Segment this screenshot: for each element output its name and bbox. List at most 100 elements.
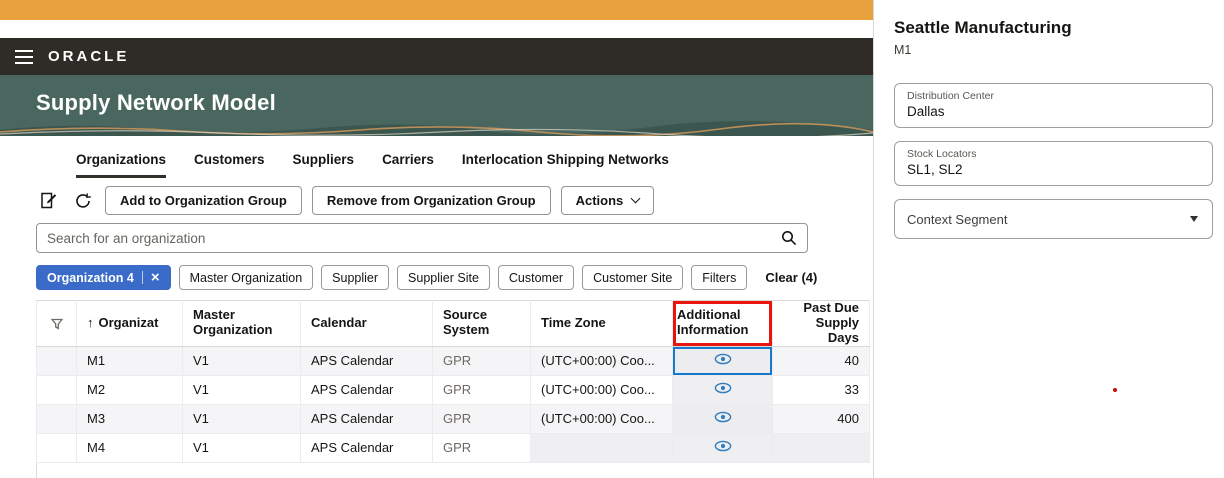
filter-chip-bar: Organization 4 × Master Organization Sup…	[36, 265, 873, 290]
organization-cell[interactable]: M4	[77, 433, 183, 462]
distribution-center-field[interactable]: Distribution Center Dallas	[894, 83, 1213, 128]
master-organization-cell[interactable]: V1	[183, 404, 301, 433]
stock-locators-field[interactable]: Stock Locators SL1, SL2	[894, 141, 1213, 186]
column-header-master-organization[interactable]: Master Organization	[183, 301, 301, 347]
additional-information-cell[interactable]	[673, 375, 773, 404]
organizations-table: ↑Organizat Master Organization Calendar …	[36, 300, 870, 463]
table-bottom-edge	[36, 463, 869, 478]
row-selector-cell[interactable]	[37, 433, 77, 462]
search-icon[interactable]	[781, 230, 797, 246]
source-system-cell: GPR	[433, 433, 531, 462]
annotation-dot	[1113, 388, 1117, 392]
filters-button[interactable]: Filters	[691, 265, 747, 290]
page-banner: Supply Network Model	[0, 75, 873, 136]
tab-carriers[interactable]: Carriers	[382, 152, 434, 178]
row-header-column[interactable]	[37, 301, 77, 347]
organization-search	[36, 223, 808, 253]
active-filter-label: Organization 4	[47, 271, 134, 285]
calendar-cell[interactable]: APS Calendar	[301, 433, 433, 462]
app-root: ORACLE Supply Network Model Organization…	[0, 0, 1224, 478]
filter-chip-customer-site[interactable]: Customer Site	[582, 265, 683, 290]
source-system-cell: GPR	[433, 375, 531, 404]
refresh-icon	[74, 192, 92, 210]
main-content: Organizations Customers Suppliers Carrie…	[0, 152, 873, 478]
past-due-supply-days-cell[interactable]: 400	[773, 404, 870, 433]
filter-icon	[51, 318, 63, 330]
column-header-organization[interactable]: ↑Organizat	[77, 301, 183, 347]
column-header-additional-information[interactable]: Additional Information	[673, 301, 773, 347]
field-value: SL1, SL2	[907, 162, 1200, 177]
eye-icon	[714, 411, 732, 423]
master-organization-cell[interactable]: V1	[183, 346, 301, 375]
top-gap	[0, 20, 873, 38]
edit-page-icon	[39, 191, 58, 210]
organization-cell[interactable]: M3	[77, 404, 183, 433]
chevron-down-icon	[631, 194, 641, 204]
filter-chip-customer[interactable]: Customer	[498, 265, 574, 290]
field-value: Dallas	[907, 104, 1200, 119]
past-due-supply-days-cell[interactable]: 40	[773, 346, 870, 375]
tab-interlocation-shipping-networks[interactable]: Interlocation Shipping Networks	[462, 152, 669, 178]
time-zone-cell[interactable]: (UTC+00:00) Coo...	[531, 375, 673, 404]
filter-chip-supplier[interactable]: Supplier	[321, 265, 389, 290]
sort-ascending-icon[interactable]: ↑	[87, 315, 94, 330]
edit-page-icon-button[interactable]	[36, 188, 61, 213]
calendar-cell[interactable]: APS Calendar	[301, 346, 433, 375]
table-row-m4[interactable]: M4 V1 APS Calendar GPR	[37, 433, 870, 462]
row-selector-cell[interactable]	[37, 346, 77, 375]
clear-filters-button[interactable]: Clear (4)	[765, 270, 817, 285]
filter-chip-master-organization[interactable]: Master Organization	[179, 265, 314, 290]
organization-cell[interactable]: M2	[77, 375, 183, 404]
additional-information-cell[interactable]	[673, 404, 773, 433]
context-segment-dropdown[interactable]: Context Segment	[894, 199, 1213, 239]
top-accent-bar	[0, 0, 873, 20]
field-label: Distribution Center	[907, 90, 1200, 102]
past-due-supply-days-cell	[773, 433, 870, 462]
panel-subtitle: M1	[894, 43, 1213, 57]
eye-icon	[714, 382, 732, 394]
tab-customers[interactable]: Customers	[194, 152, 265, 178]
close-icon[interactable]: ×	[151, 270, 160, 285]
actions-label: Actions	[576, 193, 624, 208]
column-header-past-due-supply-days[interactable]: Past Due Supply Days	[773, 301, 870, 347]
table-row-m1[interactable]: M1 V1 APS Calendar GPR (UTC+00:00) Coo..…	[37, 346, 870, 375]
search-input[interactable]	[47, 231, 781, 246]
table-row-m3[interactable]: M3 V1 APS Calendar GPR (UTC+00:00) Coo..…	[37, 404, 870, 433]
filter-chip-supplier-site[interactable]: Supplier Site	[397, 265, 490, 290]
calendar-cell[interactable]: APS Calendar	[301, 404, 433, 433]
tab-organizations[interactable]: Organizations	[76, 152, 166, 178]
source-system-cell: GPR	[433, 404, 531, 433]
row-selector-cell[interactable]	[37, 404, 77, 433]
page-title: Supply Network Model	[0, 75, 873, 116]
add-to-organization-group-button[interactable]: Add to Organization Group	[105, 186, 302, 215]
master-organization-cell[interactable]: V1	[183, 375, 301, 404]
additional-information-cell[interactable]	[673, 433, 773, 462]
menu-icon[interactable]	[15, 50, 33, 64]
time-zone-cell[interactable]: (UTC+00:00) Coo...	[531, 346, 673, 375]
organization-cell[interactable]: M1	[77, 346, 183, 375]
master-organization-cell[interactable]: V1	[183, 433, 301, 462]
time-zone-cell[interactable]: (UTC+00:00) Coo...	[531, 404, 673, 433]
table-row-m2[interactable]: M2 V1 APS Calendar GPR (UTC+00:00) Coo..…	[37, 375, 870, 404]
past-due-supply-days-cell[interactable]: 33	[773, 375, 870, 404]
chip-divider	[142, 271, 143, 284]
time-zone-cell	[531, 433, 673, 462]
additional-information-cell[interactable]	[673, 346, 773, 375]
calendar-cell[interactable]: APS Calendar	[301, 375, 433, 404]
eye-icon	[714, 440, 732, 452]
tab-bar: Organizations Customers Suppliers Carrie…	[76, 152, 873, 178]
field-label: Stock Locators	[907, 148, 1200, 160]
table-header-row: ↑Organizat Master Organization Calendar …	[37, 301, 870, 347]
column-header-source-system[interactable]: Source System	[433, 301, 531, 347]
refresh-icon-button[interactable]	[71, 189, 95, 213]
remove-from-organization-group-button[interactable]: Remove from Organization Group	[312, 186, 551, 215]
oracle-logo: ORACLE	[48, 48, 129, 65]
column-header-time-zone[interactable]: Time Zone	[531, 301, 673, 347]
dropdown-caret-icon	[1190, 216, 1198, 222]
active-filter-chip-organization-4[interactable]: Organization 4 ×	[36, 265, 171, 290]
eye-icon	[714, 353, 732, 365]
tab-suppliers[interactable]: Suppliers	[293, 152, 355, 178]
row-selector-cell[interactable]	[37, 375, 77, 404]
column-header-calendar[interactable]: Calendar	[301, 301, 433, 347]
actions-menu-button[interactable]: Actions	[561, 186, 655, 215]
